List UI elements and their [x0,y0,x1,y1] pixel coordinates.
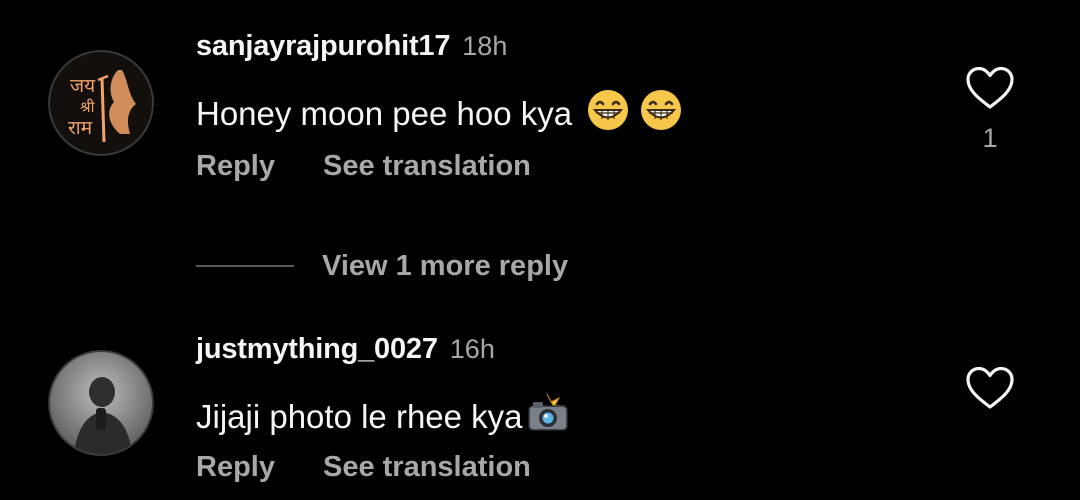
comment-text: Honey moon pee hoo kya [196,89,682,139]
avatar-photo-image [48,350,154,456]
grinning-face-icon [640,89,682,139]
camera-flash-icon [525,392,571,442]
comment-body: Jijaji photo le rhee kya [196,398,523,435]
avatar-text-1: जय [70,75,96,97]
view-more-replies-button[interactable]: View 1 more reply [196,246,568,286]
divider-line [196,265,294,267]
like-button[interactable] [964,65,1016,111]
avatar-text-2: श्री [80,98,96,116]
comment-body: Honey moon pee hoo kya [196,95,573,132]
grinning-face-icon [587,89,629,139]
like-count: 1 [982,123,998,153]
comment-header: justmything_0027 16h [196,333,495,366]
username[interactable]: justmything_0027 [196,333,438,365]
heart-outline-icon [966,66,1014,109]
reply-button[interactable]: Reply [196,451,275,483]
username[interactable]: sanjayrajpurohit17 [196,30,450,62]
avatar[interactable]: जय श्री राम [48,50,154,156]
timestamp: 18h [462,31,508,61]
comment-actions: Reply See translation [196,451,531,484]
heart-outline-icon [966,366,1014,409]
like-button[interactable] [964,365,1016,411]
avatar[interactable] [48,350,154,456]
avatar-jai-shri-ram-image: जय श्री राम [48,50,154,156]
see-translation-button[interactable]: See translation [323,150,531,182]
comment-text: Jijaji photo le rhee kya [196,392,571,442]
comment-actions: Reply See translation [196,150,531,183]
reply-button[interactable]: Reply [196,150,275,182]
timestamp: 16h [449,334,495,364]
comment-header: sanjayrajpurohit17 18h [196,30,507,63]
avatar-text-3: राम [68,117,93,139]
view-more-replies-label: View 1 more reply [322,249,569,282]
see-translation-button[interactable]: See translation [323,451,531,483]
